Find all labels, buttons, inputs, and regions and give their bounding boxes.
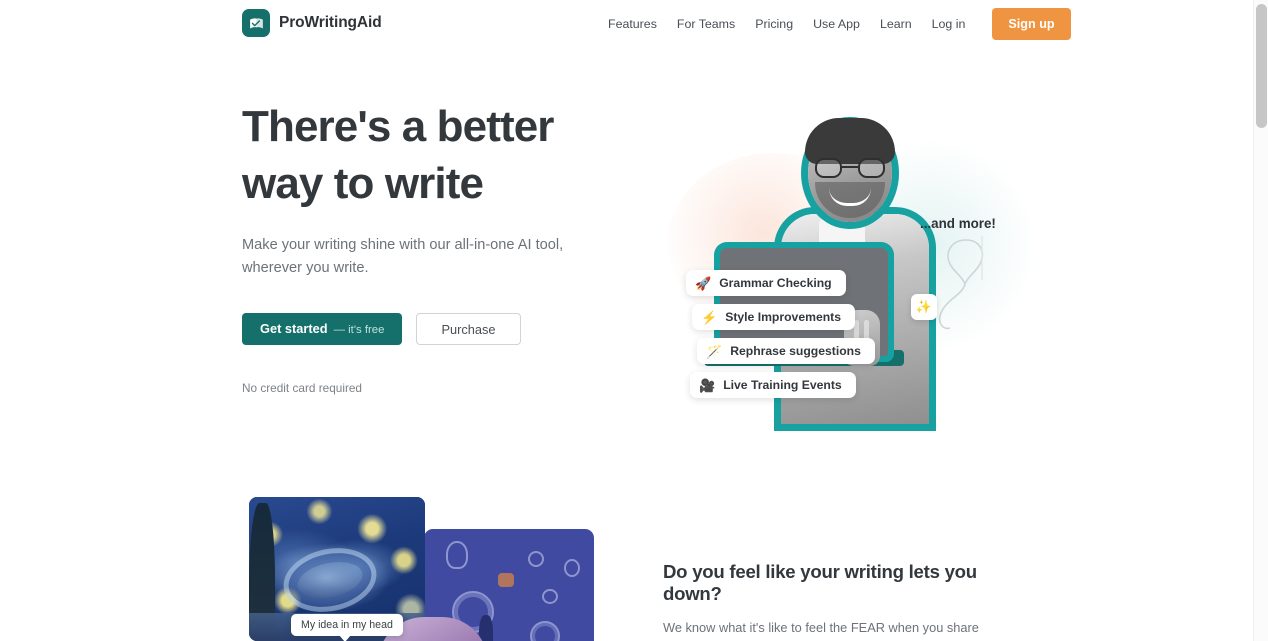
and-more-label: ...and more! [920,216,996,231]
main-navigation: Features For Teams Pricing Use App Learn… [598,0,1071,48]
get-started-button[interactable]: Get started — it's free [242,313,403,345]
sign-up-button[interactable]: Sign up [992,8,1071,40]
site-header: ProWritingAid Features For Teams Pricing… [0,0,1253,48]
problem-title: Do you feel like your writing lets you d… [663,561,977,604]
hero-section: There's a better way to write Make your … [0,48,1253,488]
rocket-icon: 🚀 [695,275,712,291]
feature-chip-list: 🚀 Grammar Checking ⚡ Style Improvements … [686,270,875,406]
balloon-icon [938,236,984,330]
problem-section: Do you feel like your writing lets you d… [0,495,1253,641]
hero-subtitle: Make your writing shine with our all-in-… [242,237,564,276]
brand-name: ProWritingAid [279,14,382,31]
problem-body: We know what it's like to feel the FEAR … [663,620,997,641]
chip-grammar-checking[interactable]: 🚀 Grammar Checking [686,270,846,296]
nav-log-in[interactable]: Log in [922,11,976,37]
magic-wand-icon: 🪄 [706,343,723,359]
page-scrollbar[interactable] [1253,0,1268,641]
nav-use-app[interactable]: Use App [803,11,870,37]
nav-pricing[interactable]: Pricing [745,11,803,37]
no-credit-card-note: No credit card required [242,381,362,395]
get-started-label: Get started [260,321,328,336]
landing-page: ProWritingAid Features For Teams Pricing… [0,0,1268,641]
hero-illustration: 🚀 Grammar Checking ⚡ Style Improvements … [648,98,1048,438]
lightning-icon: ⚡ [701,309,718,325]
nav-learn[interactable]: Learn [870,11,922,37]
chip-style-improvements[interactable]: ⚡ Style Improvements [692,304,856,330]
hero-actions: Get started — it's free Purchase [242,313,642,345]
chip-label: Grammar Checking [719,276,832,290]
hero-title-line-2: way to write [242,159,484,208]
chip-rephrase-suggestions[interactable]: 🪄 Rephrase suggestions [697,338,875,364]
get-started-suffix: — it's free [333,324,385,336]
sparkle-badge: ✨ [911,294,937,320]
purchase-button[interactable]: Purchase [416,313,521,345]
book-logo-icon [242,9,270,37]
hero-title: There's a better way to write [242,98,642,212]
hero-title-line-1: There's a better [242,102,554,151]
chip-live-training-events[interactable]: 🎥 Live Training Events [690,372,856,398]
chip-label: Live Training Events [723,378,842,392]
brand-logo-link[interactable]: ProWritingAid [242,9,382,37]
video-camera-icon: 🎥 [699,377,716,393]
problem-copy: Do you feel like your writing lets you d… [663,561,1023,641]
scrollbar-thumb[interactable] [1256,4,1267,128]
nav-features[interactable]: Features [598,11,667,37]
chip-label: Rephrase suggestions [730,344,861,358]
idea-tooltip: My idea in my head [291,614,403,641]
chip-label: Style Improvements [725,310,842,324]
hero-copy: There's a better way to write Make your … [242,98,642,395]
nav-for-teams[interactable]: For Teams [667,11,745,37]
glasses-icon [815,158,885,178]
